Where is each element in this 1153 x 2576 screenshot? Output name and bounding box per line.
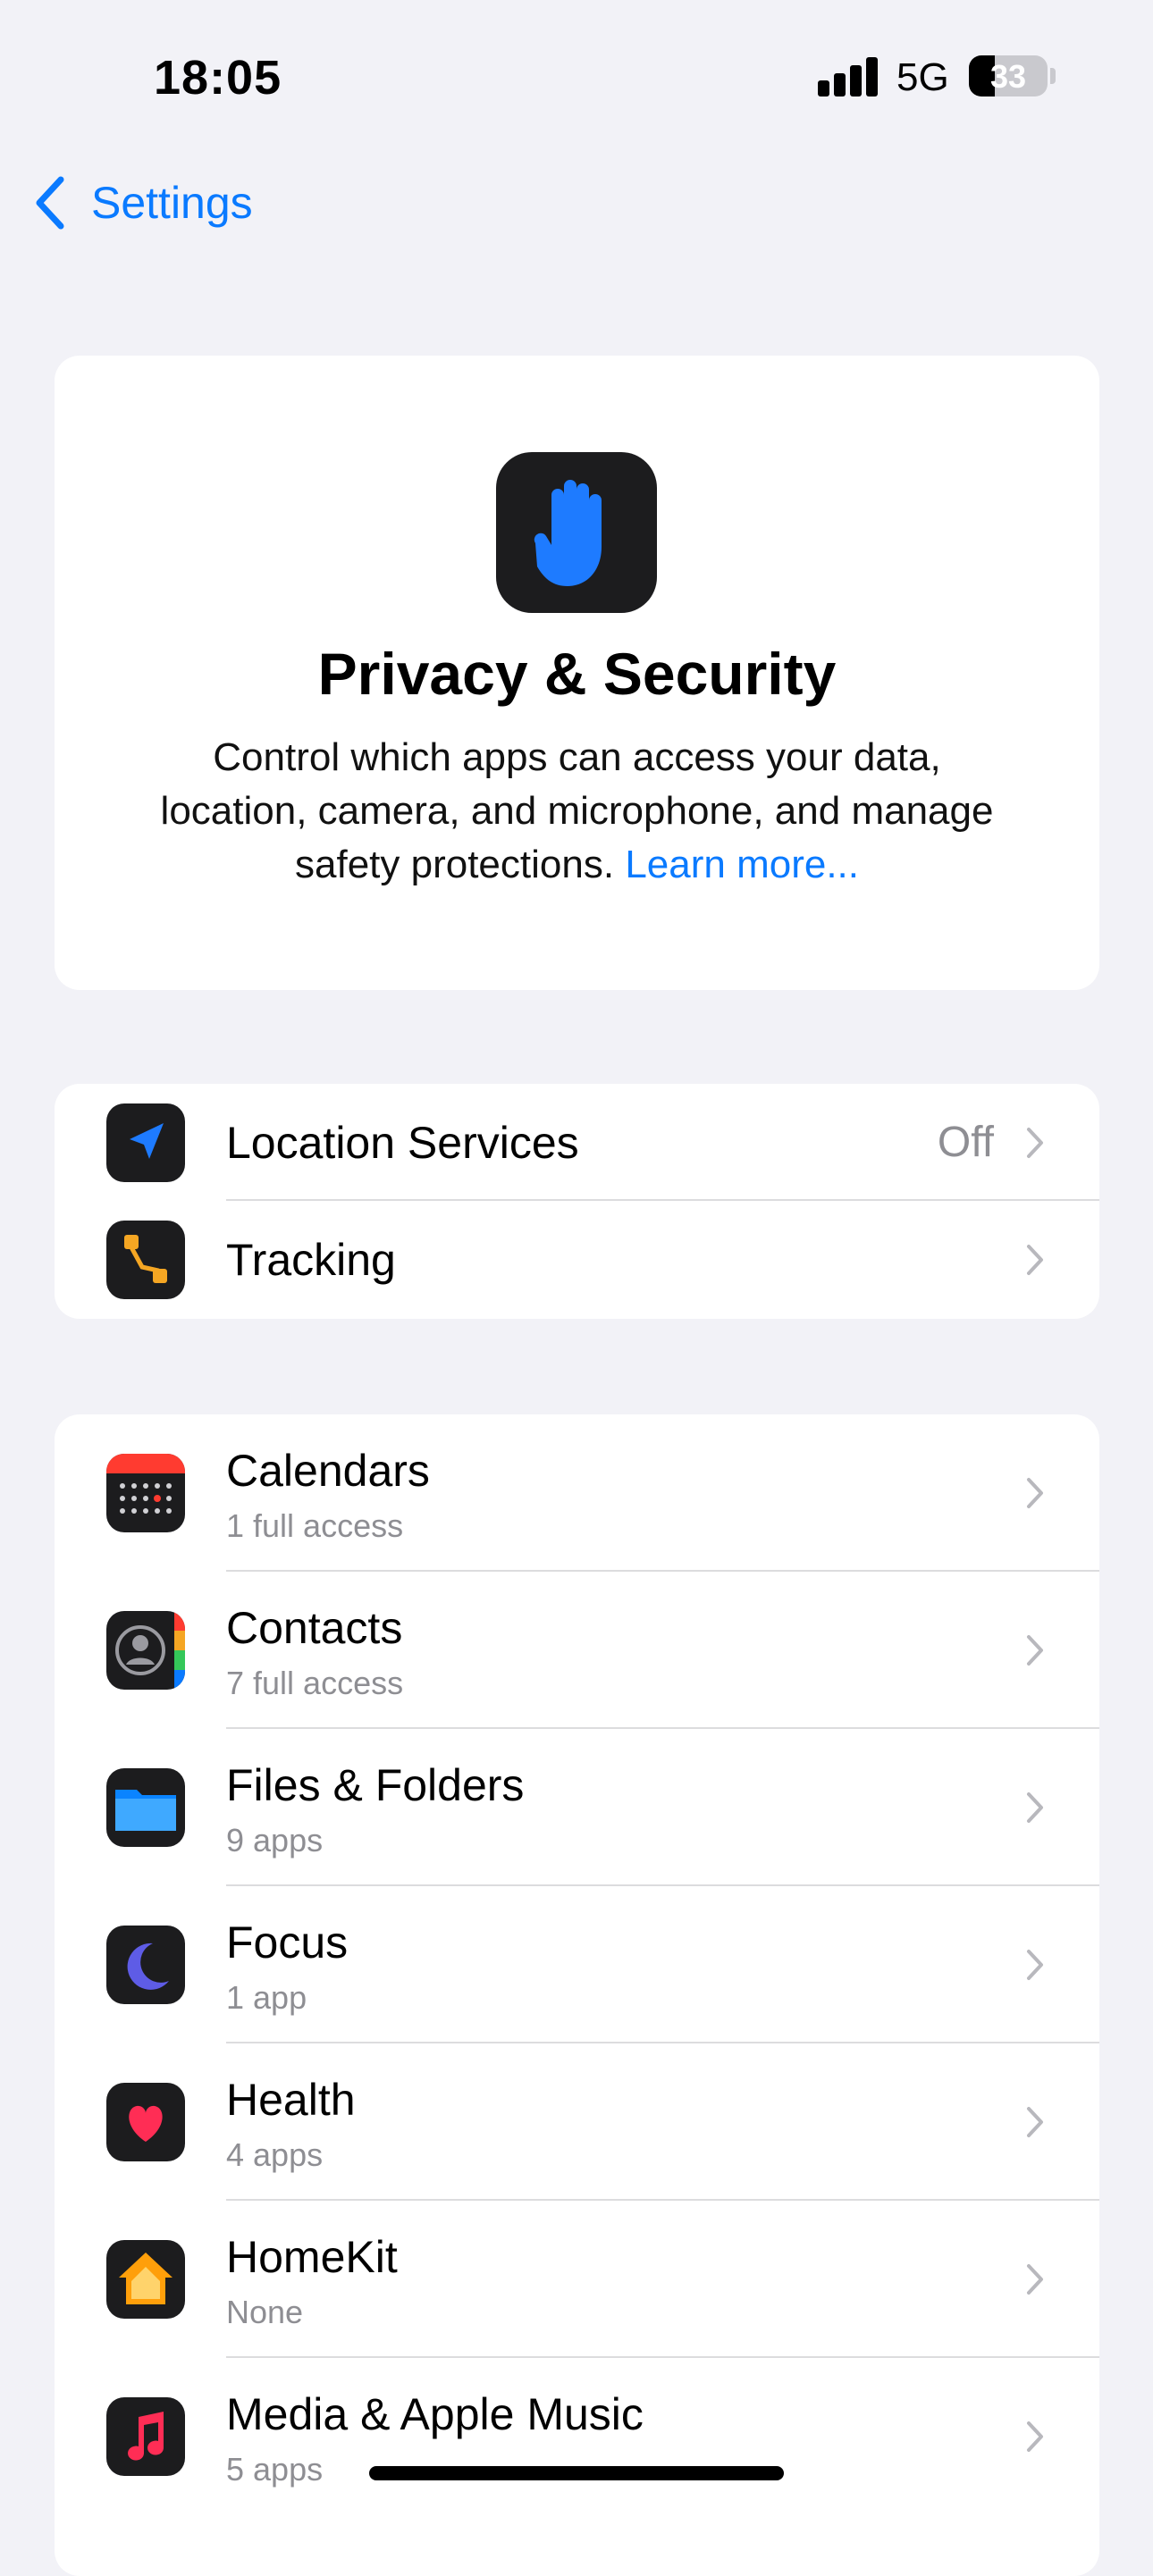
data-access-section: Calendars 1 full access Contacts 7 full … <box>55 1414 1099 2576</box>
row-title: Calendars <box>226 1446 430 1496</box>
home-icon <box>106 2240 185 2319</box>
folder-icon <box>106 1768 185 1847</box>
music-note-icon <box>106 2397 185 2476</box>
home-indicator[interactable] <box>369 2466 784 2480</box>
homekit-row[interactable]: HomeKit None <box>55 2201 1099 2358</box>
chevron-right-icon <box>1027 1244 1043 1275</box>
calendar-icon <box>106 1454 185 1532</box>
chevron-right-icon <box>1027 1950 1043 1980</box>
row-title: Tracking <box>226 1234 396 1285</box>
media-apple-music-row[interactable]: Media & Apple Music 5 apps <box>55 2358 1099 2515</box>
moon-icon <box>106 1926 185 2004</box>
battery-cap <box>1050 68 1056 84</box>
privacy-header-card: Privacy & Security Control which apps ca… <box>55 356 1099 990</box>
chevron-right-icon <box>1027 2421 1043 2452</box>
row-title: Location Services <box>226 1117 579 1168</box>
focus-row[interactable]: Focus 1 app <box>55 1886 1099 2043</box>
chevron-left-icon <box>36 176 64 230</box>
learn-more-link[interactable]: Learn more... <box>625 843 859 886</box>
chevron-right-icon <box>1027 1635 1043 1666</box>
row-title: HomeKit <box>226 2232 398 2282</box>
contacts-row[interactable]: Contacts 7 full access <box>55 1572 1099 1729</box>
contacts-icon <box>106 1611 185 1690</box>
page-description: Control which apps can access your data,… <box>135 731 1019 892</box>
chevron-right-icon <box>1027 2107 1043 2137</box>
files-folders-row[interactable]: Files & Folders 9 apps <box>55 1729 1099 1886</box>
location-services-row[interactable]: Location Services Off <box>55 1084 1099 1201</box>
network-type: 5G <box>896 55 949 99</box>
chevron-right-icon <box>1027 1127 1043 1158</box>
calendars-row[interactable]: Calendars 1 full access <box>55 1414 1099 1572</box>
row-subtitle: 4 apps <box>226 2136 324 2173</box>
raised-hand-icon <box>496 452 657 613</box>
row-title: Files & Folders <box>226 1760 525 1810</box>
row-subtitle: None <box>226 2294 304 2330</box>
cellular-signal-icon <box>818 57 879 96</box>
status-time: 18:05 <box>154 51 282 105</box>
chevron-right-icon <box>1027 2264 1043 2295</box>
tracking-row[interactable]: Tracking <box>55 1201 1099 1318</box>
chevron-right-icon <box>1027 1478 1043 1508</box>
heart-icon <box>106 2083 185 2161</box>
page-title: Privacy & Security <box>317 641 837 707</box>
back-button[interactable]: Settings <box>32 172 253 234</box>
health-row[interactable]: Health 4 apps <box>55 2043 1099 2201</box>
row-subtitle: 1 full access <box>226 1507 404 1544</box>
location-tracking-section: Location Services Off Tracking <box>55 1084 1099 1319</box>
row-subtitle: 1 app <box>226 1979 307 2016</box>
battery-icon: 33 <box>969 55 1048 96</box>
tracking-icon <box>106 1220 185 1299</box>
row-title: Focus <box>226 1917 349 1968</box>
location-arrow-icon <box>106 1103 185 1182</box>
row-subtitle: 5 apps <box>226 2451 324 2488</box>
battery-percent: 33 <box>989 58 1027 95</box>
row-subtitle: 9 apps <box>226 1822 324 1859</box>
row-title: Contacts <box>226 1603 403 1653</box>
row-title: Media & Apple Music <box>226 2389 644 2439</box>
row-title: Health <box>226 2075 356 2125</box>
status-bar: 18:05 5G 33 <box>0 0 1153 161</box>
chevron-right-icon <box>1027 1792 1043 1823</box>
row-subtitle: 7 full access <box>226 1665 404 1701</box>
back-label: Settings <box>91 178 253 228</box>
description-text: Control which apps can access your data,… <box>160 735 994 886</box>
